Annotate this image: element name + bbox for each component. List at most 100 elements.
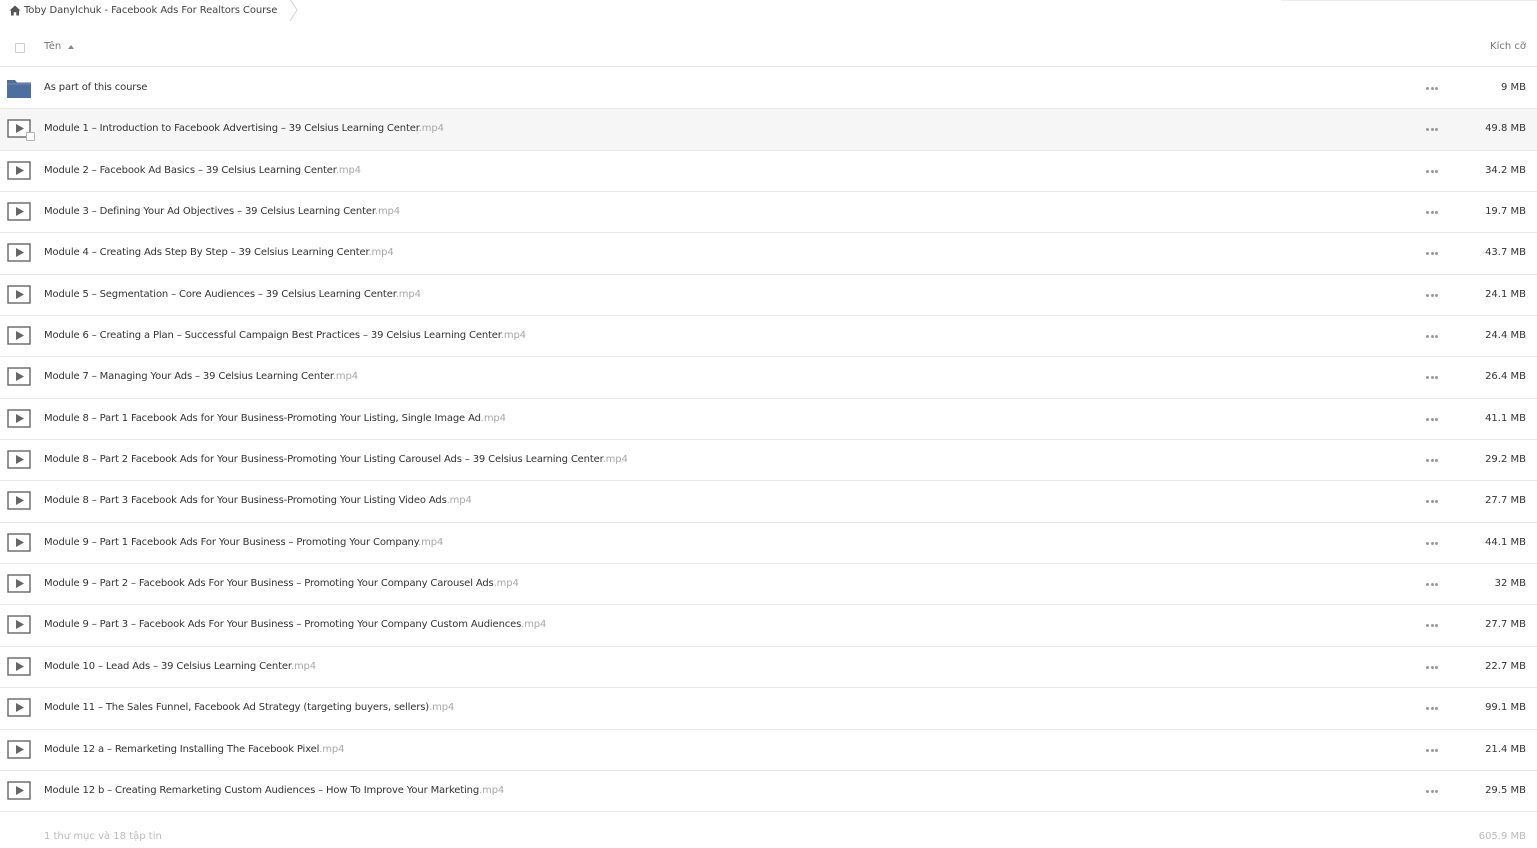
file-name[interactable]: Module 9 – Part 2 – Facebook Ads For You… <box>44 578 519 589</box>
more-options-icon[interactable] <box>1426 376 1438 380</box>
row-checkbox[interactable] <box>26 132 35 142</box>
video-icon <box>7 160 31 181</box>
file-list: As part of this course 9 MB Module 1 – Int… <box>0 68 1537 813</box>
more-options-icon[interactable] <box>1426 665 1438 670</box>
file-row[interactable]: Module 8 – Part 3 Facebook Ads for Your … <box>0 481 1537 523</box>
file-name[interactable]: Module 8 – Part 3 Facebook Ads for Your … <box>44 495 472 506</box>
file-name-base: Module 8 – Part 1 Facebook Ads for Your … <box>44 412 481 424</box>
file-size: 26.4 MB <box>1485 371 1526 383</box>
breadcrumb-current-folder[interactable]: Toby Danylchuk - Facebook Ads For Realto… <box>24 5 277 16</box>
file-extension: .mp4 <box>480 412 506 424</box>
file-list-footer: 1 thư mục và 18 tập tin 605.9 MB <box>0 826 1537 848</box>
file-name-base: Module 8 – Part 2 Facebook Ads for Your … <box>44 454 603 466</box>
file-name[interactable]: Module 9 – Part 3 – Facebook Ads For You… <box>44 619 546 630</box>
more-options-icon[interactable] <box>1426 500 1438 504</box>
file-size: 27.7 MB <box>1485 495 1526 507</box>
file-name[interactable]: Module 7 – Managing Your Ads – 39 Celsiu… <box>44 371 358 382</box>
file-name[interactable]: Module 5 – Segmentation – Core Audiences… <box>44 289 421 300</box>
file-row[interactable]: Module 8 – Part 2 Facebook Ads for Your … <box>0 440 1537 482</box>
home-icon[interactable] <box>9 5 21 16</box>
file-name[interactable]: Module 3 – Defining Your Ad Objectives –… <box>44 206 400 217</box>
more-options-icon[interactable] <box>1426 789 1438 794</box>
file-row[interactable]: Module 6 – Creating a Plan – Successful … <box>0 316 1537 358</box>
file-row[interactable]: Module 5 – Segmentation – Core Audiences… <box>0 275 1537 317</box>
file-extension: .mp4 <box>374 206 400 218</box>
file-name-base: Module 3 – Defining Your Ad Objectives –… <box>44 206 375 218</box>
file-extension: .mp4 <box>479 784 505 796</box>
video-icon <box>7 574 31 594</box>
more-options-icon[interactable] <box>1426 707 1438 711</box>
file-size: 29.2 MB <box>1485 454 1526 466</box>
file-row[interactable]: Module 12 b – Creating Remarketing Custo… <box>0 771 1537 813</box>
more-options-icon[interactable] <box>1426 541 1438 546</box>
more-options-icon[interactable] <box>1426 583 1438 587</box>
video-icon <box>7 533 31 553</box>
more-options-icon[interactable] <box>1426 211 1438 215</box>
more-options-icon[interactable] <box>1426 417 1438 422</box>
name-column-header[interactable]: Tên <box>44 41 61 52</box>
more-options-icon[interactable] <box>1426 293 1438 298</box>
more-options-icon[interactable] <box>1426 748 1438 753</box>
video-icon <box>7 450 31 470</box>
more-options-icon[interactable] <box>1426 252 1438 256</box>
video-icon <box>7 657 31 677</box>
file-row[interactable]: Module 3 – Defining Your Ad Objectives –… <box>0 192 1537 234</box>
size-column-header[interactable]: Kích cỡ <box>1490 41 1526 52</box>
file-extension: .mp4 <box>368 247 394 259</box>
file-row[interactable]: Module 7 – Managing Your Ads – 39 Celsiu… <box>0 357 1537 399</box>
folder-icon <box>7 78 31 98</box>
file-size: 43.7 MB <box>1485 247 1526 259</box>
video-icon <box>7 409 31 429</box>
file-size: 22.7 MB <box>1485 660 1526 672</box>
file-name[interactable]: Module 11 – The Sales Funnel, Facebook A… <box>44 702 454 713</box>
file-name[interactable]: Module 12 b – Creating Remarketing Custo… <box>44 785 504 796</box>
more-options-icon[interactable] <box>1426 459 1438 463</box>
item-count-summary: 1 thư mục và 18 tập tin <box>44 831 162 842</box>
file-row[interactable]: Module 12 a – Remarketing Installing The… <box>0 730 1537 771</box>
file-row[interactable]: Module 9 – Part 2 – Facebook Ads For You… <box>0 564 1537 606</box>
file-name[interactable]: Module 9 – Part 1 Facebook Ads For Your … <box>44 537 443 548</box>
file-row[interactable]: Module 8 – Part 1 Facebook Ads for Your … <box>0 399 1537 441</box>
file-name-base: Module 7 – Managing Your Ads – 39 Celsiu… <box>44 371 333 383</box>
file-size: 99.1 MB <box>1485 702 1526 714</box>
file-size: 29.5 MB <box>1485 784 1526 796</box>
file-name[interactable]: Module 4 – Creating Ads Step By Step – 3… <box>44 247 394 258</box>
file-row[interactable]: Module 11 – The Sales Funnel, Facebook A… <box>0 688 1537 730</box>
file-name-base: Module 9 – Part 2 – Facebook Ads For You… <box>44 578 494 590</box>
file-name-base: Module 8 – Part 3 Facebook Ads for Your … <box>44 495 447 507</box>
file-name[interactable]: Module 8 – Part 2 Facebook Ads for Your … <box>44 454 628 465</box>
file-row[interactable]: Module 9 – Part 1 Facebook Ads For Your … <box>0 523 1537 565</box>
file-name-base: Module 4 – Creating Ads Step By Step – 3… <box>44 247 369 259</box>
folder-row[interactable]: As part of this course 9 MB <box>0 68 1537 110</box>
file-row[interactable]: Module 10 – Lead Ads – 39 Celsius Learni… <box>0 647 1537 689</box>
file-name[interactable]: Module 12 a – Remarketing Installing The… <box>44 744 344 755</box>
file-size: 19.7 MB <box>1485 206 1526 218</box>
file-size: 21.4 MB <box>1485 743 1526 755</box>
file-row[interactable]: Module 2 – Facebook Ad Basics – 39 Celsi… <box>0 151 1537 193</box>
select-all-checkbox[interactable] <box>15 43 25 53</box>
sort-ascending-icon[interactable] <box>68 45 74 49</box>
file-name[interactable]: Module 8 – Part 1 Facebook Ads for Your … <box>44 413 506 424</box>
file-row[interactable]: Module 1 – Introduction to Facebook Adve… <box>0 109 1537 151</box>
file-name[interactable]: Module 6 – Creating a Plan – Successful … <box>44 330 526 341</box>
video-icon <box>7 285 31 305</box>
file-extension: .mp4 <box>395 288 421 300</box>
file-name-base: Module 9 – Part 3 – Facebook Ads For You… <box>44 619 522 631</box>
total-size: 605.9 MB <box>1478 831 1526 842</box>
file-name[interactable]: Module 10 – Lead Ads – 39 Celsius Learni… <box>44 661 316 672</box>
file-row[interactable]: Module 4 – Creating Ads Step By Step – 3… <box>0 233 1537 275</box>
file-extension: .mp4 <box>332 371 358 383</box>
file-row[interactable]: Module 9 – Part 3 – Facebook Ads For You… <box>0 605 1537 647</box>
file-size: 9 MB <box>1500 82 1526 93</box>
more-options-icon[interactable] <box>1426 335 1438 339</box>
file-name[interactable]: Module 2 – Facebook Ad Basics – 39 Celsi… <box>44 165 361 176</box>
more-options-icon[interactable] <box>1426 624 1438 628</box>
more-options-icon[interactable] <box>1426 128 1438 132</box>
more-options-icon[interactable] <box>1426 169 1438 174</box>
file-extension: .mp4 <box>290 660 316 672</box>
file-name[interactable]: Module 1 – Introduction to Facebook Adve… <box>44 123 444 134</box>
more-options-icon[interactable] <box>1426 87 1438 91</box>
file-name-base: Module 9 – Part 1 Facebook Ads For Your … <box>44 536 419 548</box>
file-name-base: Module 12 a – Remarketing Installing The… <box>44 743 320 755</box>
file-name[interactable]: As part of this course <box>44 82 147 93</box>
